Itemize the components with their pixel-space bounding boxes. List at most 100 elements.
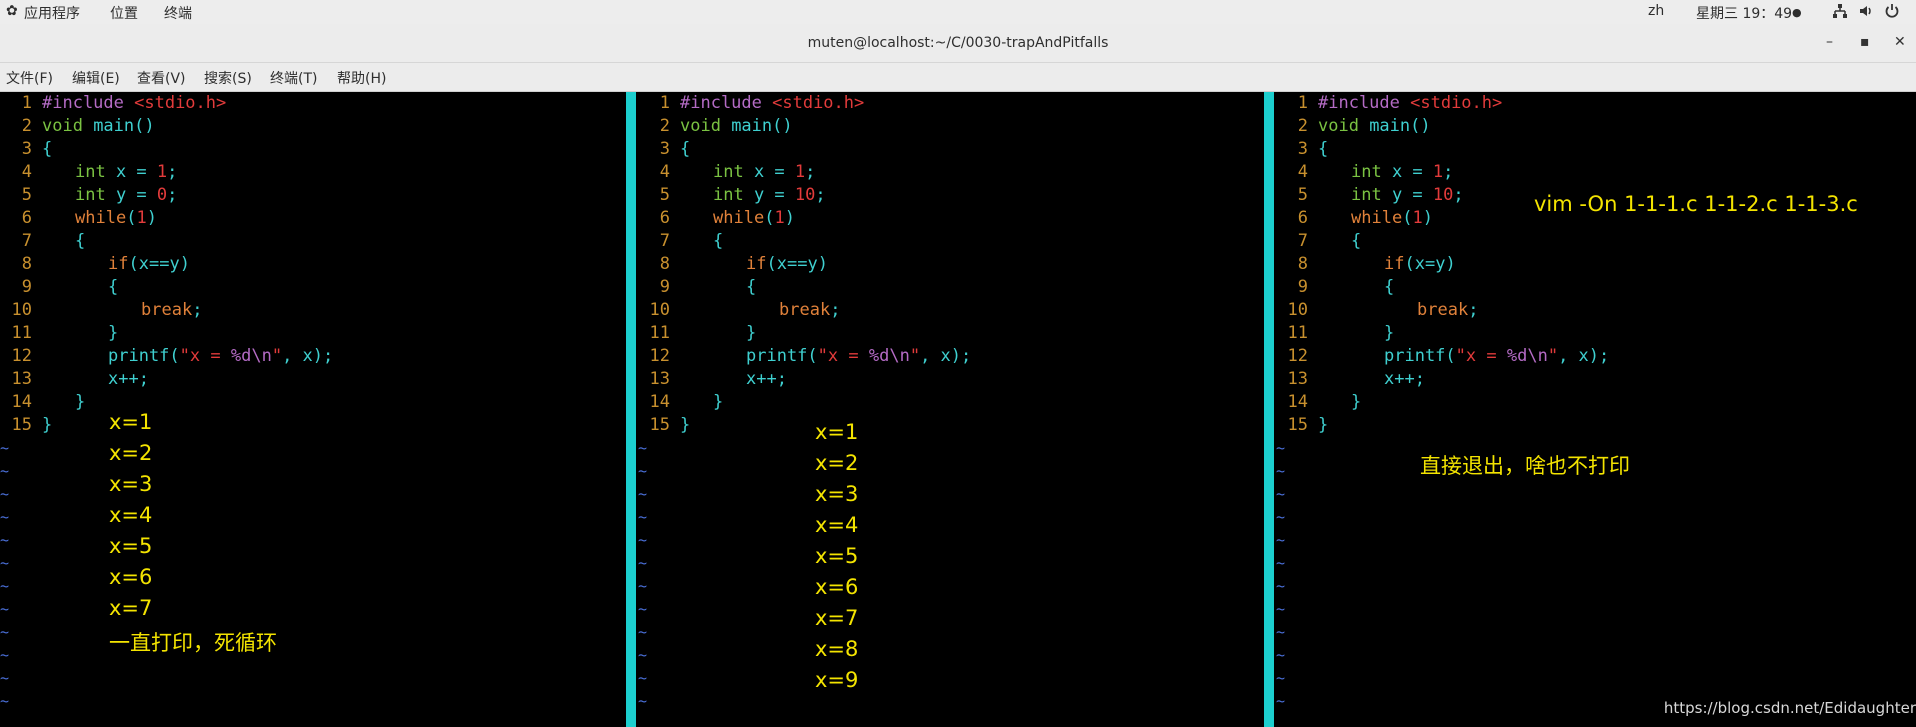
code-line: 3{ [659,139,691,159]
empty-line-marker: ~ [0,669,10,687]
vim-split-divider[interactable] [1264,92,1274,727]
code-line: 3{ [21,139,53,159]
code-line: 13 x++; [11,369,149,389]
empty-line-marker: ~ [0,600,10,618]
output-annotation: x=3 [815,482,859,506]
code-line: 11} [11,323,119,343]
code-line: 15} [11,415,53,435]
maximize-button[interactable]: ▪ [1860,34,1870,50]
code-line: 1 #include <stdio.h> [21,93,227,113]
code-line: 8 if(x==y) [21,254,190,274]
code-line: 3{ [1297,139,1329,159]
output-annotation: x=9 [815,668,859,692]
code-line: 12 printf("x = %d\n", x); [649,346,972,366]
menu-help[interactable]: 帮助(H) [337,68,386,88]
code-line: 9{ [1297,277,1395,297]
code-line: 10 break; [11,300,203,320]
empty-line-marker: ~ [638,554,648,572]
empty-line-marker: ~ [638,669,648,687]
menu-edit[interactable]: 编辑(E) [72,68,120,88]
output-annotation: x=1 [109,410,153,434]
code-line: 4 int x = 1; [1297,162,1454,182]
note-annotation: 一直打印，死循环 [109,631,277,655]
code-line: 4 int x = 1; [21,162,178,182]
code-line: 1 #include <stdio.h> [659,93,865,113]
vim-pane-3[interactable]: 1 #include <stdio.h> 2 void main() 3{ 4 int… [1276,92,1916,727]
empty-line-marker: ~ [1276,485,1286,503]
input-language[interactable]: zh [1648,3,1664,19]
empty-line-marker: ~ [638,508,648,526]
menu-view[interactable]: 查看(V) [137,68,186,88]
menu-search[interactable]: 搜索(S) [204,68,252,88]
vim-split-divider[interactable] [626,92,636,727]
code-line: 10 break; [1287,300,1479,320]
empty-line-marker: ~ [0,439,10,457]
empty-line-marker: ~ [638,577,648,595]
empty-line-marker: ~ [638,531,648,549]
empty-line-marker: ~ [1276,577,1286,595]
output-annotation: x=6 [815,575,859,599]
empty-line-marker: ~ [638,485,648,503]
menu-terminal[interactable]: 终端(T) [270,68,317,88]
output-annotation: x=2 [109,441,153,465]
volume-icon[interactable] [1858,3,1874,23]
output-annotation: x=4 [815,513,859,537]
code-line: 8 if(x=y) [1297,254,1456,274]
code-line: 9{ [21,277,119,297]
output-annotation: x=8 [815,637,859,661]
code-line: 2 void main() [659,116,793,136]
code-line: 6 while(1) [21,208,157,228]
network-icon[interactable] [1832,3,1848,23]
code-line: 14} [1287,392,1362,412]
code-line: 7{ [659,231,724,251]
empty-line-marker: ~ [638,600,648,618]
apps-menu[interactable]: 应用程序 [24,3,80,23]
code-line: 9{ [659,277,757,297]
vim-pane-1[interactable]: 1 #include <stdio.h> 2 void main() 3{ 4 int… [0,92,626,727]
empty-line-marker: ~ [1276,439,1286,457]
close-button[interactable]: ✕ [1894,34,1906,50]
terminal-app-menu[interactable]: 终端 [164,3,192,23]
window-title: muten@localhost:~/C/0030-trapAndPitfalls [807,35,1109,51]
code-line: 14} [649,392,724,412]
window-title-bar: muten@localhost:~/C/0030-trapAndPitfalls… [0,24,1916,63]
empty-line-marker: ~ [1276,646,1286,664]
terminal-area[interactable]: 1 #include <stdio.h> 2 void main() 3{ 4 int… [0,92,1916,727]
code-line: 11} [649,323,757,343]
output-annotation: x=2 [815,451,859,475]
empty-line-marker: ~ [1276,669,1286,687]
empty-line-marker: ~ [1276,692,1286,710]
minimize-button[interactable]: – [1826,34,1833,50]
apps-icon[interactable]: ✿ [6,3,18,19]
code-line: 2 void main() [21,116,155,136]
power-icon[interactable] [1884,3,1900,23]
empty-line-marker: ~ [0,508,10,526]
empty-line-marker: ~ [638,439,648,457]
code-line: 6 while(1) [659,208,795,228]
empty-line-marker: ~ [0,462,10,480]
code-line: 4 int x = 1; [659,162,816,182]
menu-file[interactable]: 文件(F) [6,68,53,88]
output-annotation: x=5 [815,544,859,568]
code-line: 14} [11,392,86,412]
empty-line-marker: ~ [1276,623,1286,641]
clock-dot: ● [1792,6,1802,19]
code-line: 8 if(x==y) [659,254,828,274]
empty-line-marker: ~ [0,577,10,595]
output-annotation: x=4 [109,503,153,527]
watermark: https://blog.csdn.net/Edidaughter [1663,699,1916,717]
places-menu[interactable]: 位置 [110,3,138,23]
code-line: 15} [649,415,691,435]
empty-line-marker: ~ [0,554,10,572]
empty-line-marker: ~ [1276,554,1286,572]
terminal-menu-bar: 文件(F) 编辑(E) 查看(V) 搜索(S) 终端(T) 帮助(H) [0,63,1916,92]
vim-pane-2[interactable]: 1 #include <stdio.h> 2 void main() 3{ 4 int… [638,92,1264,727]
empty-line-marker: ~ [0,531,10,549]
clock[interactable]: 星期三 19：49 [1696,3,1792,23]
code-line: 12 printf("x = %d\n", x); [1287,346,1610,366]
note-annotation: 直接退出，啥也不打印 [1420,454,1630,478]
empty-line-marker: ~ [638,646,648,664]
empty-line-marker: ~ [0,692,10,710]
system-top-bar: ✿ 应用程序 位置 终端 zh 星期三 19：49 ● [0,0,1916,24]
empty-line-marker: ~ [1276,531,1286,549]
